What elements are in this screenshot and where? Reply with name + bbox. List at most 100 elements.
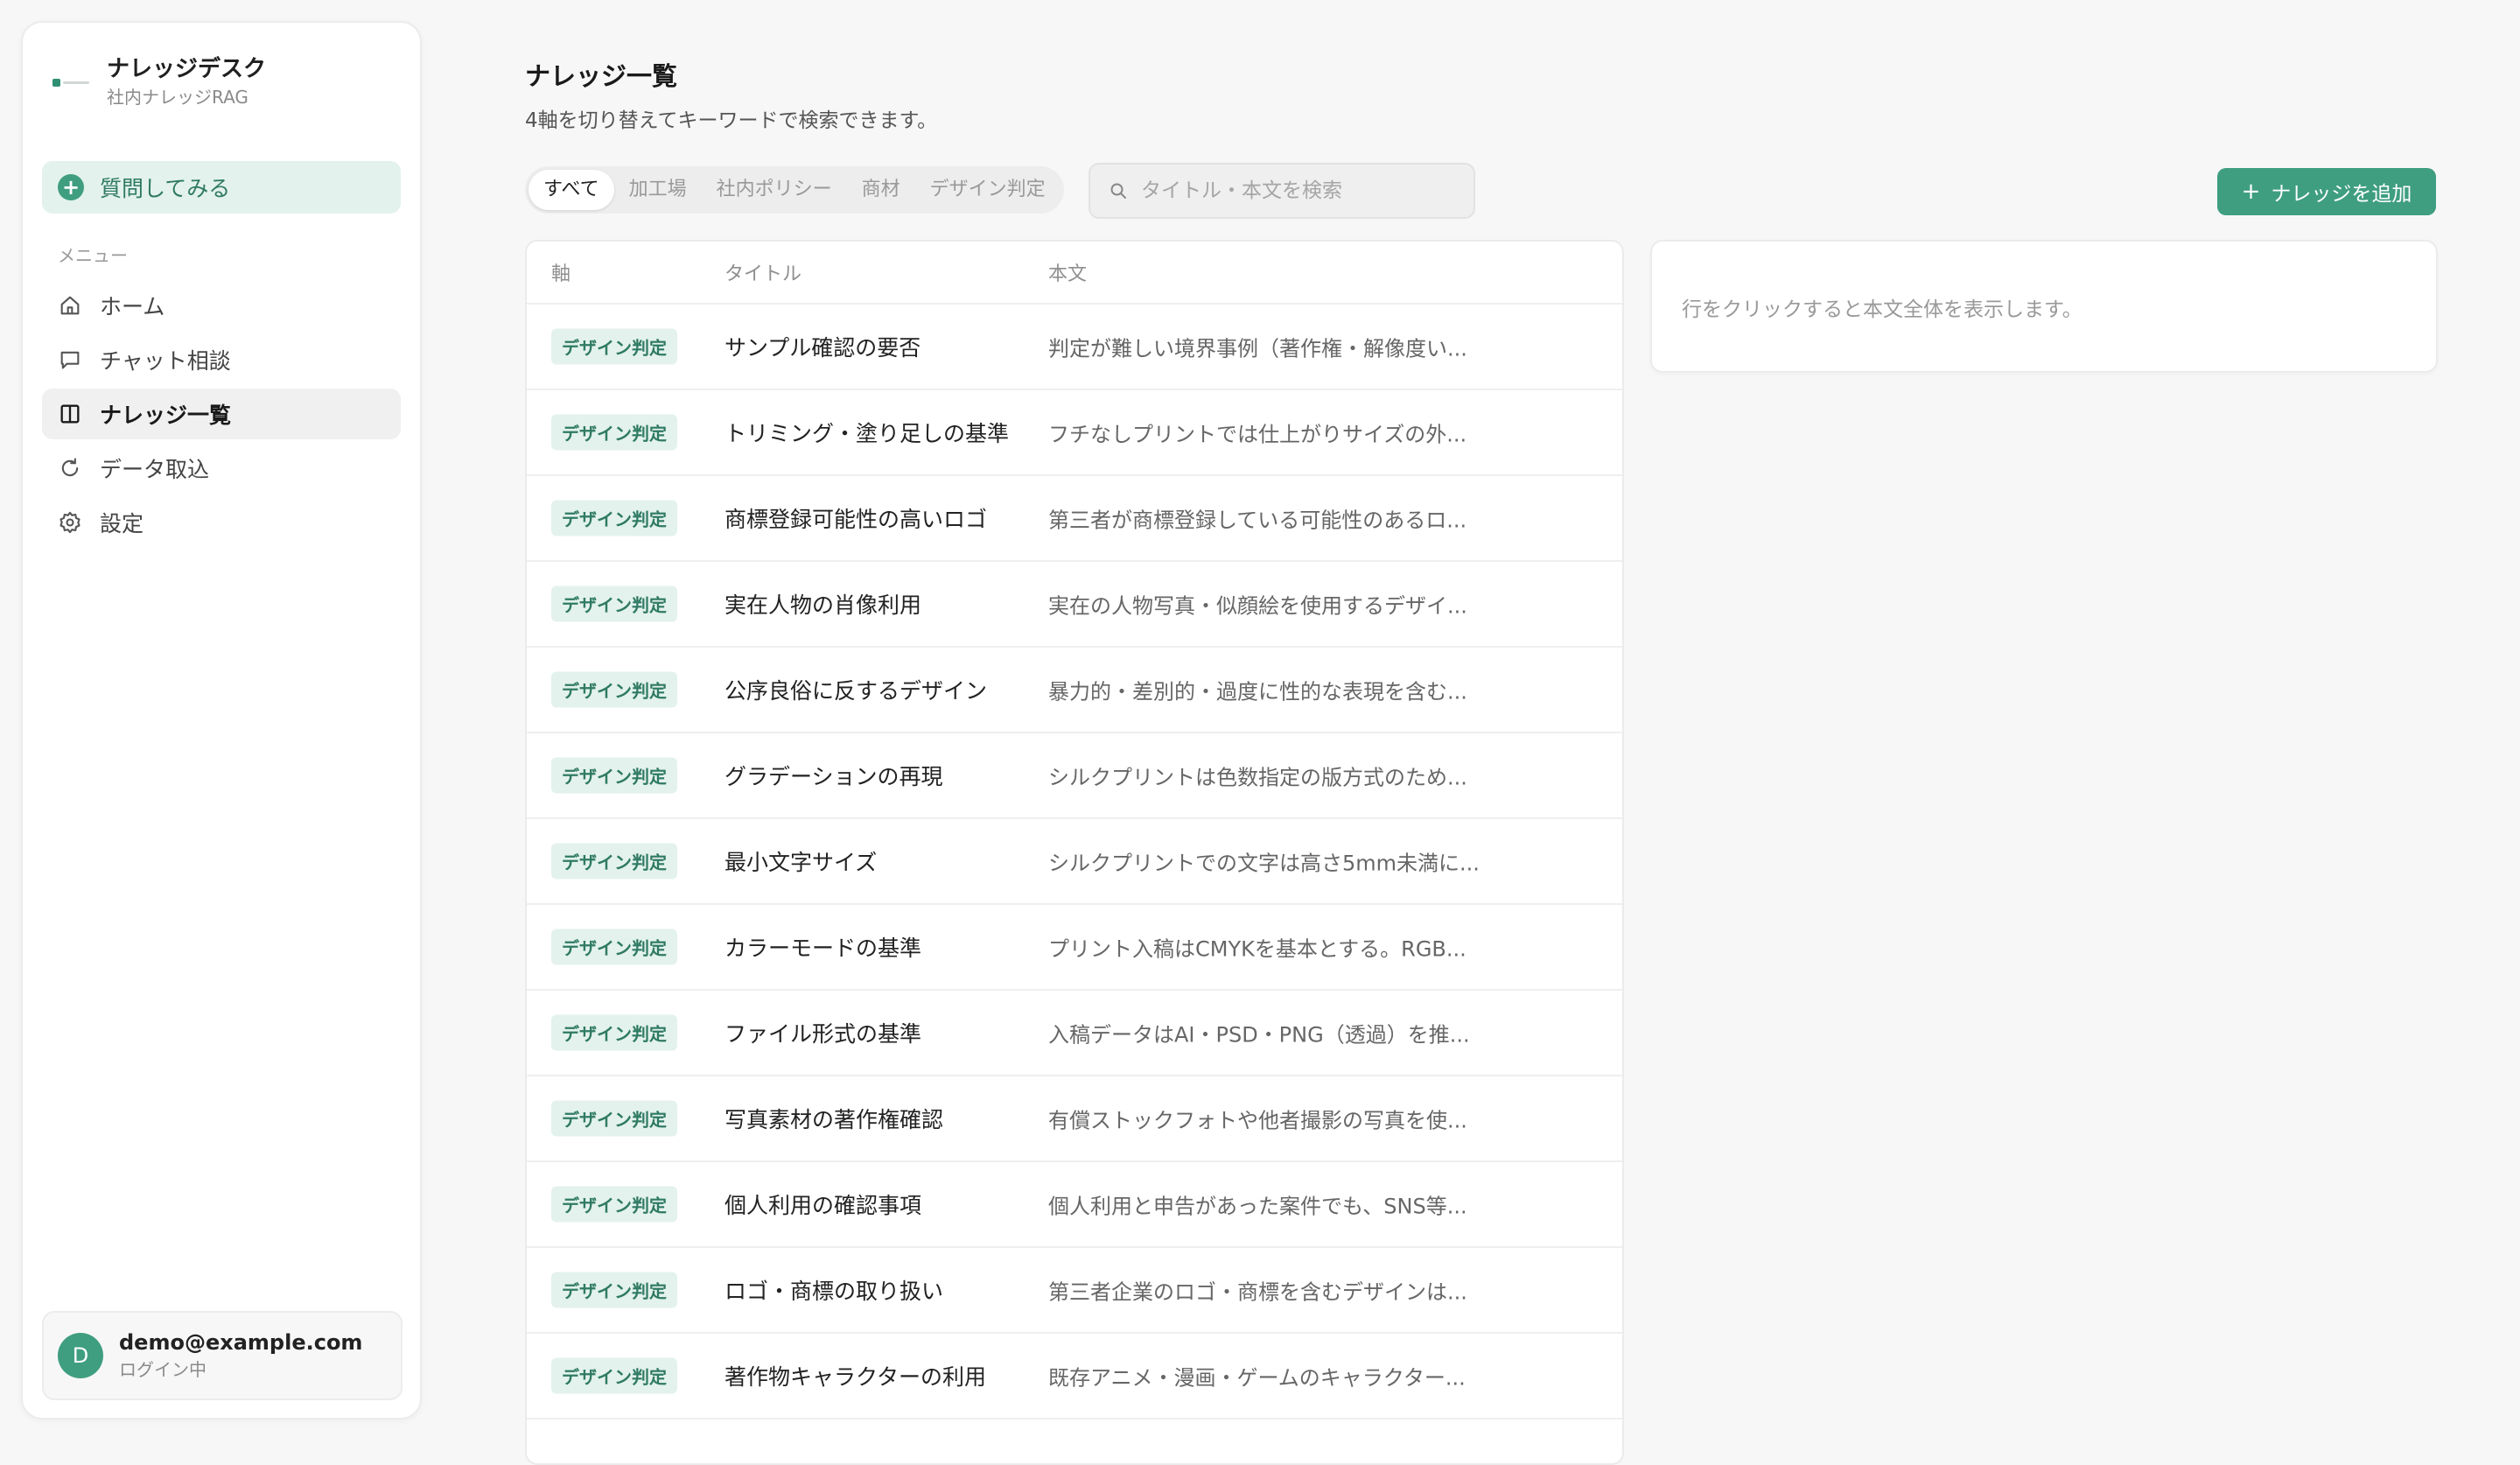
row-title: 著作物キャラクターの利用 (724, 1364, 987, 1390)
filter-tab-policy[interactable]: 社内ポリシー (702, 170, 847, 210)
table-row[interactable]: デザイン判定 写真素材の著作権確認 有償ストックフォトや他者撮影の写真を使... (527, 1076, 1622, 1162)
table-row[interactable]: デザイン判定 グラデーションの再現 シルクプリントは色数指定の版方式のため... (527, 733, 1622, 819)
row-body: 判定が難しい境界事例（著作権・解像度い... (1048, 336, 1467, 361)
brand-subtitle: 社内ナレッジRAG (107, 87, 248, 108)
sidebar: ナレッジデスク 社内ナレッジRAG + 質問してみる メニュー ホーム チャット… (21, 21, 422, 1419)
filter-tab-all[interactable]: すべて (528, 170, 614, 210)
plus-circle-icon: + (58, 174, 84, 200)
table-row[interactable]: デザイン判定 公序良俗に反するデザイン 暴力的・差別的・過度に性的な表現を含む... (527, 648, 1622, 733)
axis-badge: デザイン判定 (551, 757, 677, 794)
gear-icon (60, 511, 80, 534)
add-knowledge-label: ナレッジを追加 (2271, 183, 2412, 206)
row-body: シルクプリントは色数指定の版方式のため... (1048, 765, 1467, 790)
axis-badge: デザイン判定 (551, 1357, 677, 1394)
row-body: 暴力的・差別的・過度に性的な表現を含む... (1048, 679, 1467, 704)
search-input[interactable] (1141, 179, 1456, 202)
plus-icon: + (2241, 179, 2261, 205)
page-title: ナレッジ一覧 (525, 61, 678, 91)
knowledge-table: 軸 タイトル 本文 デザイン判定 サンプル確認の要否 判定が難しい境界事例（著作権・… (525, 240, 1624, 1465)
row-body: シルクプリントでの文字は高さ5mm未満に... (1048, 851, 1480, 876)
search-box (1088, 163, 1475, 219)
table-header: 軸 タイトル 本文 (527, 242, 1622, 305)
row-title: 商標登録可能性の高いロゴ (724, 507, 988, 532)
axis-badge: デザイン判定 (551, 1186, 677, 1223)
table-row[interactable]: デザイン判定 実在人物の肖像利用 実在の人物写真・似顔絵を使用するデザイ... (527, 562, 1622, 648)
axis-badge: デザイン判定 (551, 328, 677, 365)
sidebar-item-knowledge[interactable]: ナレッジ一覧 (42, 389, 401, 439)
chat-icon (60, 351, 80, 369)
row-title: サンプル確認の要否 (724, 335, 921, 361)
avatar: D (58, 1333, 103, 1378)
filter-tab-product[interactable]: 商材 (847, 170, 915, 210)
user-status: ログイン中 (119, 1359, 206, 1380)
filter-tab-design[interactable]: デザイン判定 (915, 170, 1060, 210)
axis-badge: デザイン判定 (551, 929, 677, 965)
sidebar-item-label: チャット相談 (100, 348, 231, 374)
refresh-icon (61, 458, 79, 477)
row-body: フチなしプリントでは仕上がりサイズの外... (1048, 422, 1467, 447)
table-row[interactable]: デザイン判定 最小文字サイズ シルクプリントでの文字は高さ5mm未満に... (527, 819, 1622, 905)
sidebar-item-chat[interactable]: チャット相談 (42, 334, 401, 385)
row-body: 既存アニメ・漫画・ゲームのキャラクター... (1048, 1365, 1466, 1391)
axis-badge: デザイン判定 (551, 671, 677, 708)
filter-tab-factory[interactable]: 加工場 (614, 170, 702, 210)
sidebar-nav: ホーム チャット相談 ナレッジ一覧 データ取込 設定 (42, 280, 401, 551)
ask-question-button[interactable]: + 質問してみる (42, 161, 401, 214)
row-title: 公序良俗に反するデザイン (724, 678, 988, 704)
sidebar-item-import[interactable]: データ取込 (42, 443, 401, 494)
axis-filter-tabs: すべて 加工場 社内ポリシー 商材 デザイン判定 (525, 166, 1064, 214)
row-title: 個人利用の確認事項 (724, 1193, 922, 1218)
row-title: カラーモードの基準 (724, 936, 922, 961)
brand-title: ナレッジデスク (107, 56, 267, 82)
row-title: ファイル形式の基準 (724, 1021, 922, 1047)
sidebar-item-label: ホーム (100, 294, 165, 319)
table-row[interactable]: デザイン判定 トリミング・塗り足しの基準 フチなしプリントでは仕上がりサイズの外..… (527, 390, 1622, 476)
sidebar-item-label: 設定 (100, 511, 144, 536)
detail-panel: 行をクリックすると本文全体を表示します。 (1650, 240, 2438, 373)
row-title: 最小文字サイズ (724, 850, 878, 875)
row-title: ロゴ・商標の取り扱い (724, 1279, 944, 1304)
column-header-body: 本文 (1048, 263, 1088, 285)
table-row[interactable]: デザイン判定 個人利用の確認事項 個人利用と申告があった案件でも、SNS等... (527, 1162, 1622, 1248)
table-row[interactable]: デザイン判定 ロゴ・商標の取り扱い 第三者企業のロゴ・商標を含むデザインは... (527, 1248, 1622, 1334)
axis-badge: デザイン判定 (551, 500, 677, 536)
table-row[interactable]: デザイン判定 著作物キャラクターの利用 既存アニメ・漫画・ゲームのキャラクター... (527, 1334, 1622, 1419)
table-row[interactable]: デザイン判定 カラーモードの基準 プリント入稿はCMYKを基本とする。RGB... (527, 905, 1622, 991)
row-body: 個人利用と申告があった案件でも、SNS等... (1048, 1194, 1467, 1219)
column-header-title: タイトル (724, 263, 802, 285)
detail-hint: 行をクリックすると本文全体を表示します。 (1682, 298, 2082, 321)
column-header-axis: 軸 (551, 263, 571, 285)
sidebar-item-label: ナレッジ一覧 (100, 403, 232, 428)
axis-badge: デザイン判定 (551, 414, 677, 451)
row-body: 第三者が商標登録している可能性のあるロ... (1048, 508, 1467, 533)
row-title: 写真素材の著作権確認 (724, 1107, 944, 1132)
sidebar-item-home[interactable]: ホーム (42, 280, 401, 331)
row-body: 入稿データはAI・PSD・PNG（透過）を推... (1048, 1022, 1470, 1048)
page-description: 4軸を切り替えてキーワードで検索できます。 (525, 109, 938, 132)
row-title: 実在人物の肖像利用 (724, 592, 922, 618)
brand: ナレッジデスク 社内ナレッジRAG (52, 54, 266, 110)
table-body: デザイン判定 サンプル確認の要否 判定が難しい境界事例（著作権・解像度い... デザイ… (527, 305, 1622, 1419)
row-body: 実在の人物写真・似顔絵を使用するデザイ... (1048, 593, 1467, 619)
sidebar-item-label: データ取込 (100, 457, 210, 482)
axis-badge: デザイン判定 (551, 585, 677, 622)
axis-badge: デザイン判定 (551, 1014, 677, 1051)
axis-badge: デザイン判定 (551, 1100, 677, 1137)
search-icon (1110, 183, 1126, 199)
user-card[interactable]: D demo@example.com ログイン中 (42, 1311, 402, 1400)
row-title: グラデーションの再現 (724, 764, 943, 789)
row-body: 有償ストックフォトや他者撮影の写真を使... (1048, 1108, 1467, 1133)
sidebar-item-settings[interactable]: 設定 (42, 497, 401, 548)
table-row[interactable]: デザイン判定 ファイル形式の基準 入稿データはAI・PSD・PNG（透過）を推... (527, 991, 1622, 1076)
table-row[interactable]: デザイン判定 商標登録可能性の高いロゴ 第三者が商標登録している可能性のあるロ... (527, 476, 1622, 562)
brand-logo (52, 77, 91, 88)
row-body: プリント入稿はCMYKを基本とする。RGB... (1048, 936, 1466, 962)
book-icon (60, 404, 80, 424)
ask-question-label: 質問してみる (100, 176, 231, 201)
home-icon (60, 296, 80, 315)
add-knowledge-button[interactable]: + ナレッジを追加 (2217, 168, 2436, 215)
menu-header: メニュー (58, 245, 128, 266)
table-row[interactable]: デザイン判定 サンプル確認の要否 判定が難しい境界事例（著作権・解像度い... (527, 305, 1622, 390)
row-title: トリミング・塗り足しの基準 (724, 421, 1010, 446)
user-email: demo@example.com (119, 1330, 363, 1355)
